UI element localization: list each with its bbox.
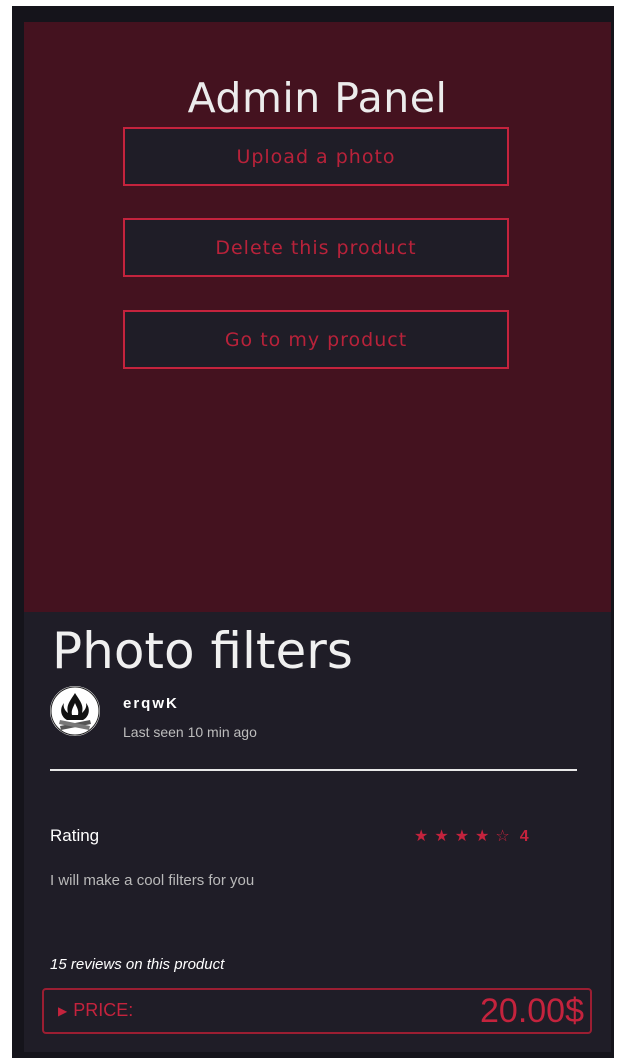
product-card: Photo filters erqwK Last seen 10 min ago…	[24, 612, 611, 1052]
rating-label: Rating	[50, 826, 100, 845]
price-box: ▶ PRICE: 20.00$	[42, 988, 592, 1034]
star-filled-icon: ★	[475, 828, 496, 845]
divider	[50, 769, 577, 771]
reviews-count[interactable]: 15 reviews on this product	[50, 956, 224, 973]
admin-panel-title: Admin Panel	[187, 74, 448, 122]
admin-panel: Admin Panel Upload a photo Delete this p…	[24, 22, 611, 612]
go-to-product-button[interactable]: Go to my product	[123, 310, 509, 369]
upload-photo-button[interactable]: Upload a photo	[123, 127, 509, 186]
delete-product-button[interactable]: Delete this product	[123, 218, 509, 277]
star-filled-icon: ★	[414, 828, 435, 845]
rating-value: 4	[519, 828, 529, 845]
campfire-logo-icon	[50, 686, 100, 736]
play-triangle-icon: ▶	[58, 1003, 68, 1018]
rating-stars: ★★★★☆ 4	[414, 826, 529, 846]
seller-name[interactable]: erqwK	[123, 695, 179, 712]
seller-last-seen: Last seen 10 min ago	[123, 724, 257, 740]
price-label-wrap: ▶ PRICE:	[58, 1000, 133, 1021]
price-label: PRICE:	[73, 1000, 134, 1020]
product-description: I will make a cool filters for you	[50, 872, 255, 889]
star-empty-icon: ☆	[495, 828, 516, 845]
product-title: Photo filters	[52, 622, 353, 680]
seller-avatar[interactable]	[50, 686, 100, 736]
price-value: 20.00$	[480, 992, 584, 1030]
star-filled-icon: ★	[454, 828, 476, 845]
star-filled-icon: ★	[434, 828, 455, 845]
